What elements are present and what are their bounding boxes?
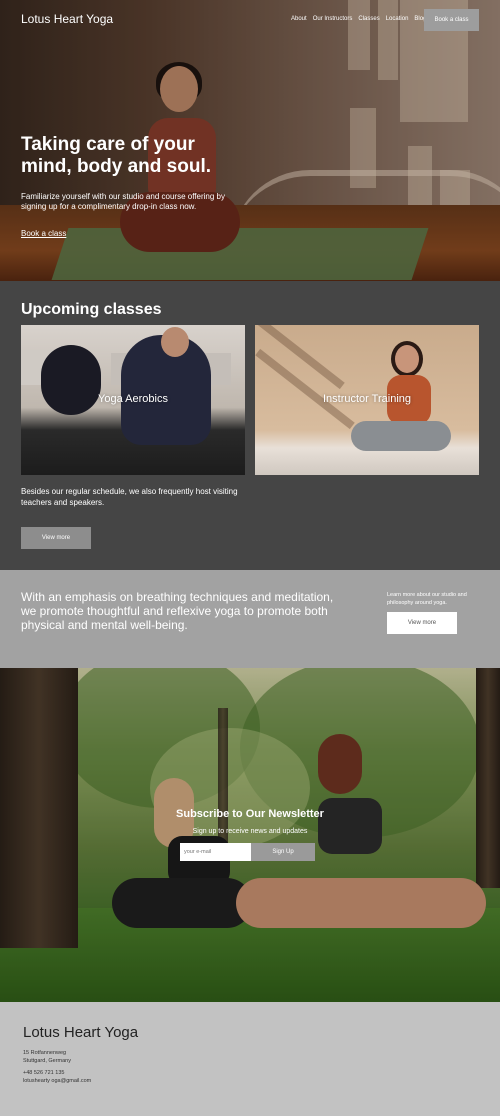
book-class-button[interactable]: Book a class [424, 9, 479, 31]
footer-phone: +48 526 721 135 [23, 1070, 65, 1076]
classes-description: Besides our regular schedule, we also fr… [21, 487, 238, 507]
about-small-text: Learn more about our studio and philosop… [387, 592, 467, 606]
top-navigation: Lotus Heart Yoga About Our Instructors C… [0, 0, 500, 40]
view-more-classes-button[interactable]: View more [21, 527, 91, 549]
person-head [395, 345, 419, 373]
person-head [161, 327, 189, 357]
class-card-label: Instructor Training [322, 393, 412, 405]
newsletter-title: Subscribe to Our Newsletter [176, 808, 324, 820]
newsletter-subtitle: Sign up to receive news and updates [192, 828, 308, 835]
hero-book-link[interactable]: Book a class [21, 229, 66, 238]
footer-logo: Lotus Heart Yoga [23, 1024, 139, 1041]
class-card-instructor-training[interactable]: Instructor Training [255, 325, 479, 475]
person-figure [351, 421, 451, 451]
upcoming-classes-section: Upcoming classes Yoga Aerobics Instructo… [0, 281, 500, 570]
footer: Lotus Heart Yoga 15 Rotfannenweg Stuttga… [0, 1002, 500, 1116]
email-input[interactable] [180, 843, 251, 861]
classes-title: Upcoming classes [21, 301, 162, 318]
about-section: With an emphasis on breathing techniques… [0, 570, 500, 668]
newsletter-overlay [0, 668, 500, 1002]
view-more-about-button[interactable]: View more [387, 612, 457, 634]
class-card-yoga-aerobics[interactable]: Yoga Aerobics [21, 325, 245, 475]
nav-links: About Our Instructors Classes Location B… [291, 16, 426, 22]
hero-section: Lotus Heart Yoga About Our Instructors C… [0, 0, 500, 281]
sign-up-button[interactable]: Sign Up [251, 843, 315, 861]
about-text: With an emphasis on breathing techniques… [21, 590, 334, 632]
site-logo[interactable]: Lotus Heart Yoga [21, 12, 113, 26]
nav-link-instructors[interactable]: Our Instructors [313, 16, 353, 22]
footer-email[interactable]: lotushearty oga@gmail.com [23, 1078, 91, 1084]
nav-link-location[interactable]: Location [386, 16, 409, 22]
hero-title: Taking care of your mind, body and soul. [21, 134, 211, 177]
hero-subtitle: Familiarize yourself with our studio and… [21, 192, 225, 211]
nav-link-about[interactable]: About [291, 16, 307, 22]
newsletter-section: Subscribe to Our Newsletter Sign up to r… [0, 668, 500, 1002]
footer-street: 15 Rotfannenweg [23, 1050, 67, 1056]
nav-link-classes[interactable]: Classes [358, 16, 379, 22]
class-card-label: Yoga Aerobics [98, 393, 168, 405]
footer-city: Stuttgard, Germany [23, 1058, 71, 1064]
